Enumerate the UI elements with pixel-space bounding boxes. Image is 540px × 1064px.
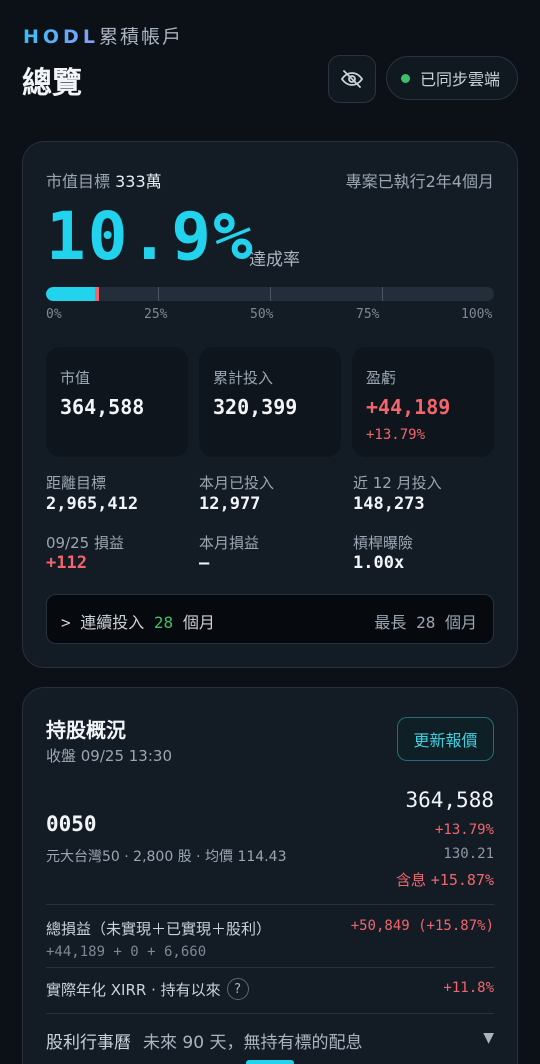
total-pnl-breakdown: +44,189 + 0 + 6,660: [46, 944, 207, 960]
month-pnl-label: 本月損益: [199, 534, 260, 552]
streak-count: 28: [153, 613, 174, 632]
streak-current: > 連續投入 28 個月: [61, 609, 215, 633]
month-invested-value: 12,977: [199, 494, 261, 514]
xirr-label-text: 實際年化 XIRR · 持有以來: [46, 980, 221, 999]
profit-loss-label: 盈虧: [366, 369, 397, 387]
bottom-nav-indicator: [246, 1060, 294, 1064]
divider: [46, 967, 494, 968]
dividend-included-label: 含息: [395, 871, 426, 889]
brand-logo: HODL累積帳戶: [23, 22, 183, 49]
sync-status-dot: [401, 73, 410, 83]
progress-tick-25: [158, 287, 159, 301]
total-invested-value: 320,399: [213, 395, 298, 419]
tick-label-100: 100%: [461, 307, 493, 322]
goal-label: 市值目標 333萬: [46, 168, 162, 192]
goal-value: 333萬: [115, 172, 162, 191]
eye-slash-icon: [340, 70, 364, 88]
dividend-included-percent: +15.87%: [430, 871, 494, 889]
progress-tick-75: [382, 287, 383, 301]
market-value: 364,588: [60, 395, 145, 419]
holding-description: 元大台灣50 · 2,800 股 · 均價 114.43: [46, 849, 287, 865]
sync-status-badge[interactable]: 已同步雲端: [386, 56, 518, 100]
profit-loss-value: +44,189: [366, 395, 451, 419]
holding-market-value: 364,588: [405, 788, 494, 812]
sync-status-label: 已同步雲端: [420, 70, 501, 89]
dividend-calendar-note: 未來 90 天，無持有標的配息: [143, 1033, 363, 1053]
total-pnl-value: +50,849 (+15.87%): [350, 918, 494, 934]
total-invested-card: 累計投入 320,399: [199, 347, 341, 457]
streak-longest-unit: 個月: [444, 613, 477, 632]
chevron-down-icon[interactable]: ▼: [483, 1030, 494, 1046]
last-12m-invested-label: 近 12 月投入: [353, 474, 442, 492]
progress-tick-50: [270, 287, 271, 301]
investment-streak-bar: > 連續投入 28 個月 最長 28 個月: [46, 594, 494, 644]
goal-label-text: 市值目標: [46, 172, 111, 191]
page-title: 總覽: [22, 66, 82, 101]
overview-card: 市值目標 333萬 專案已執行2年4個月 10.9% 達成率 0% 25% 50…: [22, 141, 518, 668]
market-value-card: 市值 364,588: [46, 347, 188, 457]
holdings-card: 持股概況 收盤 09/25 13:30 更新報價 0050 元大台灣50 · 2…: [22, 687, 518, 1064]
profit-loss-card: 盈虧 +44,189 +13.79%: [352, 347, 494, 457]
close-time: 收盤 09/25 13:30: [46, 747, 172, 765]
tick-label-0: 0%: [46, 307, 62, 322]
tick-label-75: 75%: [356, 307, 380, 322]
leverage-label: 槓桿曝險: [353, 534, 414, 552]
tick-label-50: 50%: [250, 307, 274, 322]
dividend-calendar-label: 股利行事曆: [46, 1033, 131, 1053]
streak-longest-count: 28: [416, 613, 436, 632]
achievement-percent: 10.9%: [46, 198, 255, 275]
total-invested-label: 累計投入: [213, 369, 274, 387]
profit-loss-percent: +13.79%: [366, 427, 426, 443]
streak-longest: 最長 28 個月: [374, 609, 477, 633]
brand-name: HODL: [23, 26, 99, 48]
distance-to-goal-value: 2,965,412: [46, 494, 139, 514]
xirr-label: 實際年化 XIRR · 持有以來 ?: [46, 978, 249, 1000]
xirr-value: +11.8%: [443, 980, 494, 996]
hide-values-button[interactable]: [328, 55, 376, 103]
daily-pnl-label: 09/25 損益: [46, 534, 124, 552]
help-icon[interactable]: ?: [226, 978, 249, 1000]
holding-return-with-dividend: 含息 +15.87%: [396, 869, 494, 890]
total-pnl-label: 總損益（未實現＋已實現＋股利）: [46, 920, 272, 938]
holding-price: 130.21: [443, 846, 494, 862]
month-invested-label: 本月已投入: [199, 474, 275, 492]
leverage-value: 1.00x: [353, 553, 405, 573]
refresh-quote-button[interactable]: 更新報價: [397, 717, 494, 761]
goal-progress-fill: [46, 287, 99, 301]
progress-marker: [94, 287, 99, 301]
streak-unit: 個月: [182, 613, 215, 632]
tick-label-25: 25%: [144, 307, 168, 322]
holding-ticker[interactable]: 0050: [46, 812, 97, 836]
holding-return-percent: +13.79%: [434, 822, 494, 838]
brand-subtitle: 累積帳戶: [98, 26, 183, 48]
dividend-calendar-toggle[interactable]: 股利行事曆 未來 90 天，無持有標的配息: [46, 1028, 362, 1053]
distance-to-goal-label: 距離目標: [46, 474, 107, 492]
divider: [46, 1013, 494, 1014]
achievement-label: 達成率: [249, 250, 300, 270]
last-12m-invested-value: 148,273: [353, 494, 425, 514]
divider: [46, 904, 494, 905]
streak-longest-label: 最長: [374, 613, 407, 632]
streak-prefix: > 連續投入: [61, 613, 145, 632]
holdings-title: 持股概況: [46, 718, 126, 742]
month-pnl-value: —: [199, 553, 210, 573]
daily-pnl-value: +112: [46, 553, 87, 573]
market-value-label: 市值: [60, 369, 91, 387]
project-duration: 專案已執行2年4個月: [345, 172, 494, 191]
